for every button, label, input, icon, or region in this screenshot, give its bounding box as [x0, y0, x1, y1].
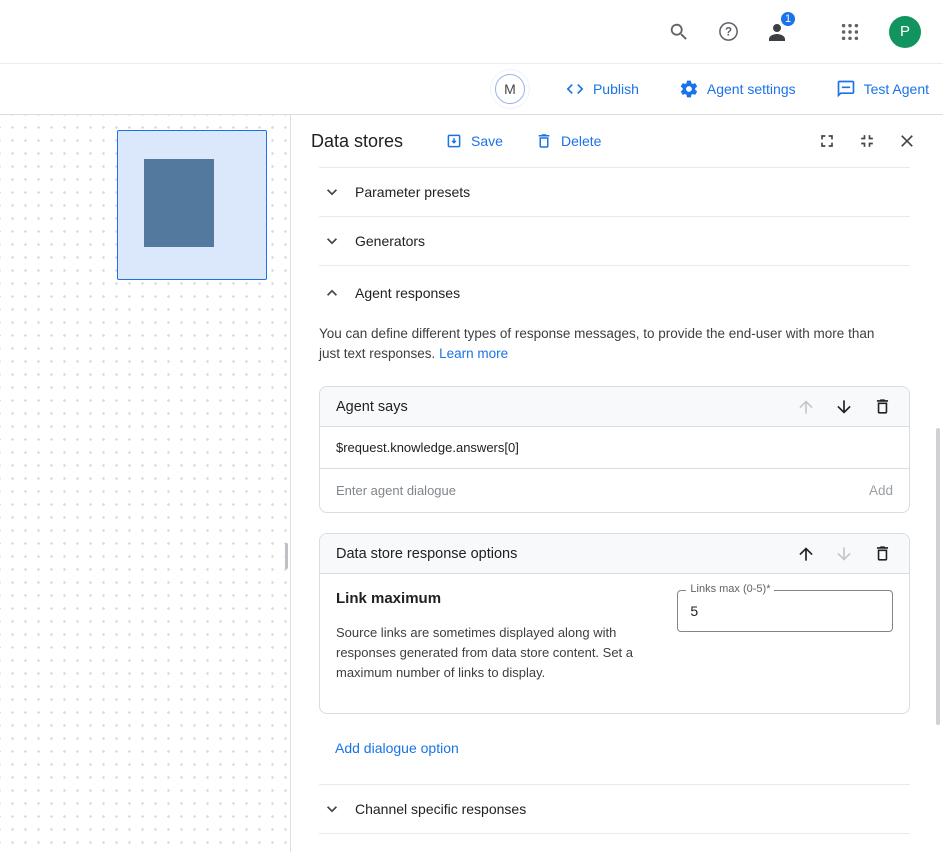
help-button[interactable]: ?	[708, 12, 748, 52]
search-button[interactable]	[659, 12, 699, 52]
section-parameter-presets[interactable]: Parameter presets	[319, 168, 910, 217]
apps-grid-icon	[839, 21, 861, 43]
trash-icon	[873, 544, 892, 563]
flow-page-node-preview	[144, 159, 214, 247]
notifications-button[interactable]: 1	[757, 12, 797, 52]
flow-avatar[interactable]: M	[495, 74, 525, 104]
section-channel-specific-responses[interactable]: Channel specific responses	[319, 785, 910, 834]
card-title: Data store response options	[336, 546, 787, 562]
agent-says-header: Agent says	[320, 387, 909, 427]
section-agent-responses[interactable]: Agent responses	[319, 266, 910, 320]
move-down-button[interactable]	[825, 388, 863, 426]
agent-dialogue-value[interactable]: $request.knowledge.answers[0]	[320, 427, 909, 469]
panel-scrollbar[interactable]	[936, 428, 940, 725]
help-icon: ?	[717, 20, 740, 43]
agent-dialogue-input-row: Add	[320, 469, 909, 512]
chevron-down-icon	[322, 799, 342, 819]
chevron-down-icon	[322, 231, 342, 251]
main-area: Data stores Save Delete	[0, 115, 943, 852]
move-up-button[interactable]	[787, 388, 825, 426]
chevron-up-icon	[322, 283, 342, 303]
agent-settings-label: Agent settings	[707, 81, 796, 97]
panel-resize-handle[interactable]	[285, 543, 288, 569]
chat-icon	[836, 79, 856, 99]
add-dialogue-button[interactable]: Add	[869, 483, 893, 498]
data-store-options-card: Data store response options	[319, 533, 910, 714]
publish-button[interactable]: Publish	[565, 79, 639, 99]
section-label: Channel specific responses	[355, 801, 526, 817]
publish-label: Publish	[593, 81, 639, 97]
data-store-options-body: Link maximum Source links are sometimes …	[320, 574, 909, 713]
top-app-bar: ? 1 P	[0, 0, 943, 64]
fullscreen-button[interactable]	[807, 121, 847, 161]
search-icon	[668, 21, 690, 43]
card-title: Agent says	[336, 399, 787, 415]
flow-page-node[interactable]	[117, 130, 267, 280]
agent-says-card: Agent says	[319, 386, 910, 513]
description-text: You can define different types of respon…	[319, 326, 874, 361]
save-button[interactable]: Save	[445, 132, 503, 150]
test-agent-label: Test Agent	[864, 81, 929, 97]
section-label: Agent responses	[355, 285, 460, 301]
test-agent-button[interactable]: Test Agent	[836, 79, 929, 99]
delete-card-button[interactable]	[863, 388, 901, 426]
data-store-options-header: Data store response options	[320, 534, 909, 574]
section-label: Generators	[355, 233, 425, 249]
save-label: Save	[471, 133, 503, 149]
delete-card-button[interactable]	[863, 535, 901, 573]
arrow-down-icon	[834, 397, 854, 417]
svg-text:?: ?	[724, 27, 731, 39]
links-max-field: Links max (0-5)*	[677, 590, 893, 632]
arrow-up-icon	[796, 544, 816, 564]
arrow-down-icon	[834, 544, 854, 564]
notification-badge: 1	[779, 10, 797, 28]
add-dialogue-option-link[interactable]: Add dialogue option	[335, 740, 459, 756]
section-label: Parameter presets	[355, 184, 470, 200]
agent-responses-content: You can define different types of respon…	[319, 324, 910, 785]
close-panel-button[interactable]	[887, 121, 927, 161]
link-maximum-heading: Link maximum	[336, 590, 677, 607]
account-avatar: P	[889, 16, 921, 48]
panel-body: Parameter presets Generators Agent respo…	[291, 167, 943, 834]
arrow-up-icon	[796, 397, 816, 417]
trash-icon	[535, 132, 553, 150]
collapse-button[interactable]	[847, 121, 887, 161]
account-avatar-button[interactable]: P	[885, 12, 925, 52]
links-max-input[interactable]	[678, 591, 892, 631]
delete-label: Delete	[561, 133, 601, 149]
panel-title: Data stores	[311, 131, 403, 152]
data-stores-panel: Data stores Save Delete	[290, 115, 943, 852]
agent-responses-description: You can define different types of respon…	[319, 324, 899, 364]
trash-icon	[873, 397, 892, 416]
move-up-button[interactable]	[787, 535, 825, 573]
section-generators[interactable]: Generators	[319, 217, 910, 266]
links-max-label: Links max (0-5)*	[686, 583, 774, 595]
code-icon	[565, 79, 585, 99]
agent-dialogue-input[interactable]	[336, 483, 869, 498]
close-icon	[897, 131, 917, 151]
chevron-down-icon	[322, 182, 342, 202]
link-maximum-description: Source links are sometimes displayed alo…	[336, 623, 666, 683]
delete-button[interactable]: Delete	[535, 132, 601, 150]
panel-header: Data stores Save Delete	[291, 115, 943, 167]
fullscreen-icon	[817, 131, 837, 151]
flow-canvas[interactable]	[0, 115, 290, 852]
panel-header-icons	[807, 121, 927, 161]
learn-more-link[interactable]: Learn more	[439, 346, 508, 361]
agent-settings-button[interactable]: Agent settings	[679, 79, 796, 99]
move-down-button[interactable]	[825, 535, 863, 573]
fullscreen-exit-icon	[857, 131, 877, 151]
gear-icon	[679, 79, 699, 99]
agent-toolbar: M Publish Agent settings Test Agent	[0, 64, 943, 115]
google-apps-button[interactable]	[830, 12, 870, 52]
save-icon	[445, 132, 463, 150]
